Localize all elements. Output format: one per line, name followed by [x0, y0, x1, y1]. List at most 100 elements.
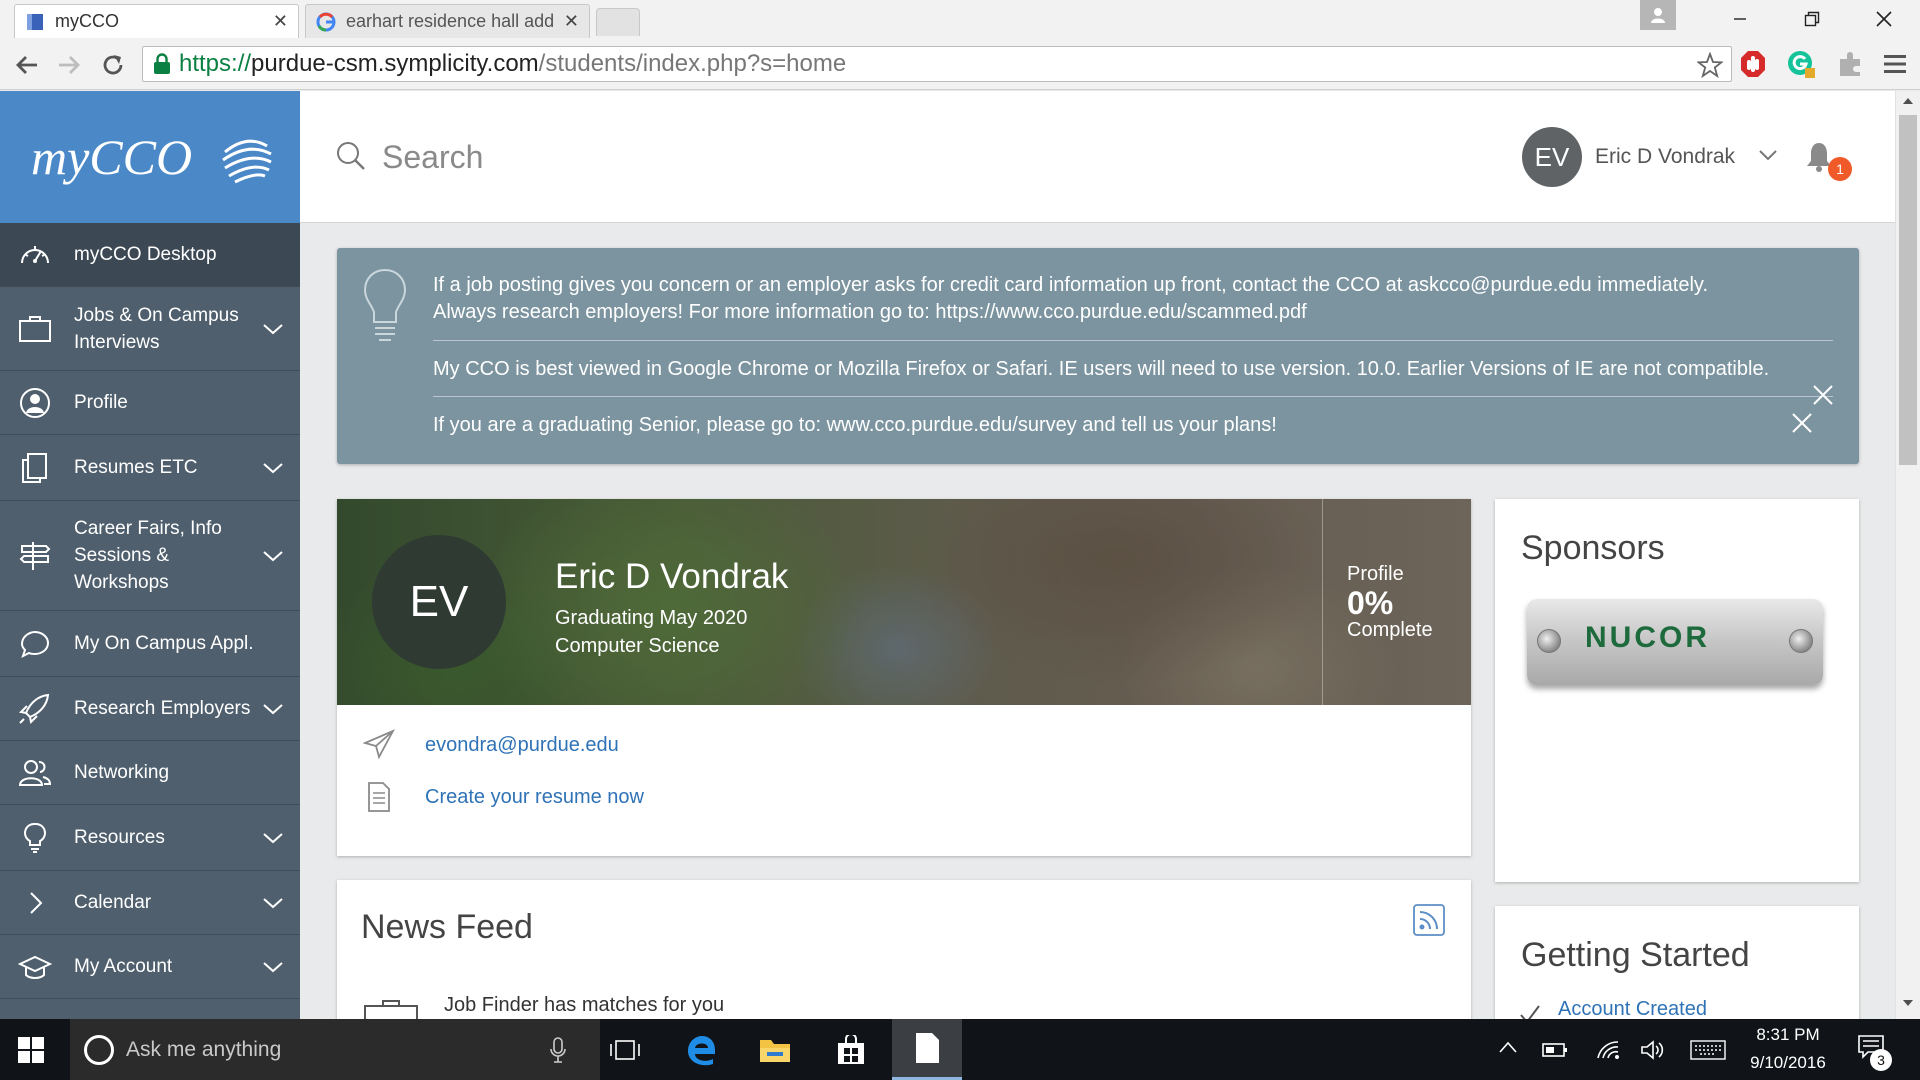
tab-title: myCCO	[55, 11, 119, 31]
grammarly-extension-icon[interactable]	[1786, 49, 1816, 79]
tab-title: earhart residence hall add	[346, 11, 555, 31]
sidebar-item-label: My Account	[74, 956, 173, 977]
adblock-extension-icon[interactable]	[1738, 49, 1768, 79]
cortana-icon	[84, 1034, 114, 1065]
alert-message-browser: My CCO is best viewed in Google Chrome o…	[433, 358, 1770, 380]
sponsors-title: Sponsors	[1521, 529, 1665, 567]
sidebar-item-mycco-desktop[interactable]: myCCO Desktop	[0, 223, 300, 287]
sidebar-item-label: Jobs & On Campus Interviews	[74, 304, 239, 353]
sidebar-item-label: My On Campus Appl.	[74, 633, 254, 654]
paper-plane-icon	[363, 729, 395, 760]
search-icon[interactable]	[336, 141, 366, 171]
news-feed-card: News Feed Job Finder has matches for you	[337, 880, 1471, 1040]
back-arrow-icon[interactable]	[12, 50, 42, 80]
chrome-menu-icon[interactable]	[1880, 49, 1910, 79]
create-resume-link[interactable]: Create your resume now	[425, 786, 644, 809]
volume-icon[interactable]	[1640, 1040, 1664, 1060]
sidebar-item-jobs[interactable]: Jobs & On Campus Interviews	[0, 287, 300, 371]
forward-arrow-icon[interactable]	[54, 50, 84, 80]
document-app-icon[interactable]	[892, 1019, 962, 1080]
sidebar-item-on-campus-appl[interactable]: My On Campus Appl.	[0, 611, 300, 677]
restore-icon[interactable]	[1776, 0, 1848, 38]
lock-icon	[154, 53, 170, 74]
documents-icon	[22, 452, 47, 483]
chevron-down-icon[interactable]	[262, 548, 284, 564]
sidebar-item-calendar[interactable]: Calendar	[0, 871, 300, 935]
avatar[interactable]: EV	[1522, 127, 1582, 187]
browser-tab-google[interactable]: earhart residence hall add ✕	[305, 4, 590, 38]
chevron-down-icon[interactable]	[1758, 148, 1778, 162]
mycco-logo[interactable]: myCCO	[0, 91, 300, 223]
scroll-up-arrow-icon[interactable]	[1903, 97, 1913, 105]
sidebar-item-networking[interactable]: Networking	[0, 741, 300, 805]
keyboard-icon[interactable]	[1690, 1040, 1726, 1060]
sidebar-item-label: Networking	[74, 762, 170, 783]
wifi-icon[interactable]	[1596, 1038, 1620, 1060]
chevron-down-icon[interactable]	[262, 460, 284, 476]
bookmark-star-icon[interactable]	[1697, 52, 1723, 78]
close-icon[interactable]	[1812, 384, 1834, 406]
battery-icon[interactable]	[1542, 1042, 1568, 1058]
sidebar-item-my-account[interactable]: My Account	[0, 935, 300, 999]
sidebar-item-profile[interactable]: Profile	[0, 371, 300, 435]
sidebar-item-resumes[interactable]: Resumes ETC	[0, 435, 300, 501]
new-tab-button[interactable]	[596, 8, 640, 36]
sidebar: myCCO myCCO Desktop Jobs & On Campus Int…	[0, 91, 300, 1019]
scrollbar-thumb[interactable]	[1899, 115, 1917, 465]
news-item-text[interactable]: Job Finder has matches for you	[444, 994, 724, 1017]
action-center-badge: 3	[1870, 1049, 1892, 1071]
chevron-up-icon[interactable]	[1498, 1040, 1518, 1054]
briefcase-icon	[19, 315, 51, 342]
chevron-down-icon[interactable]	[262, 895, 284, 911]
tab-close-icon[interactable]: ✕	[273, 11, 288, 32]
reload-icon[interactable]	[98, 50, 128, 80]
chevron-down-icon[interactable]	[262, 321, 284, 337]
chevron-down-icon[interactable]	[262, 959, 284, 975]
news-feed-title: News Feed	[361, 908, 533, 946]
profile-completion-percent: 0%	[1347, 585, 1394, 621]
sidebar-item-label: myCCO Desktop	[74, 244, 217, 265]
puzzle-extension-icon[interactable]	[1836, 49, 1866, 79]
logo-text: myCCO	[31, 129, 192, 185]
chevron-right-icon	[30, 891, 43, 914]
rss-icon[interactable]	[1413, 904, 1445, 936]
search-input[interactable]	[382, 135, 982, 179]
clock-date[interactable]: 9/10/2016	[1736, 1053, 1840, 1073]
sidebar-item-research-employers[interactable]: Research Employers	[0, 677, 300, 741]
user-name[interactable]: Eric D Vondrak	[1595, 145, 1735, 169]
document-icon	[368, 782, 390, 812]
profile-card: EV Eric D Vondrak Graduating May 2020 Co…	[337, 499, 1471, 856]
sidebar-item-label: Calendar	[74, 892, 152, 913]
file-explorer-icon[interactable]	[740, 1019, 810, 1080]
chevron-down-icon[interactable]	[262, 701, 284, 717]
tab-close-icon[interactable]: ✕	[564, 11, 579, 32]
email-link[interactable]: evondra@purdue.edu	[425, 734, 619, 757]
minimize-icon[interactable]	[1704, 0, 1776, 38]
browser-tab-mycco[interactable]: myCCO ✕	[14, 4, 299, 38]
clock-time[interactable]: 8:31 PM	[1748, 1025, 1828, 1045]
nucor-sponsor-logo[interactable]: NUCOR	[1527, 599, 1823, 685]
alert-line: If a job posting gives you concern or an…	[433, 274, 1708, 296]
mycco-logo-mark: myCCO	[31, 129, 272, 185]
sidebar-item-career-fairs[interactable]: Career Fairs, Info Sessions & Workshops	[0, 501, 300, 611]
close-window-icon[interactable]	[1848, 0, 1920, 38]
browser-profile-icon[interactable]	[1640, 0, 1676, 30]
edge-browser-icon[interactable]	[666, 1019, 736, 1080]
task-view-icon[interactable]	[590, 1019, 660, 1080]
url-path: /students/index.php?s=home	[538, 50, 847, 77]
microphone-icon[interactable]	[550, 1037, 566, 1063]
windows-start-icon[interactable]	[18, 1037, 44, 1063]
window-controls	[1640, 0, 1920, 38]
cortana-search-box[interactable]: Ask me anything	[70, 1019, 600, 1080]
close-icon[interactable]	[1791, 412, 1813, 434]
sidebar-item-resources[interactable]: Resources	[0, 805, 300, 871]
getting-started-item[interactable]: Account Created	[1558, 998, 1707, 1021]
alert-divider	[433, 340, 1833, 341]
store-icon[interactable]	[816, 1019, 886, 1080]
chevron-down-icon[interactable]	[262, 830, 284, 846]
dashboard-icon	[21, 245, 49, 263]
scroll-down-arrow-icon[interactable]	[1903, 999, 1913, 1007]
sidebar-item-label: Profile	[74, 392, 128, 413]
page-scrollbar[interactable]	[1895, 91, 1920, 1019]
address-bar[interactable]: https://purdue-csm.symplicity.com/studen…	[142, 46, 1732, 82]
